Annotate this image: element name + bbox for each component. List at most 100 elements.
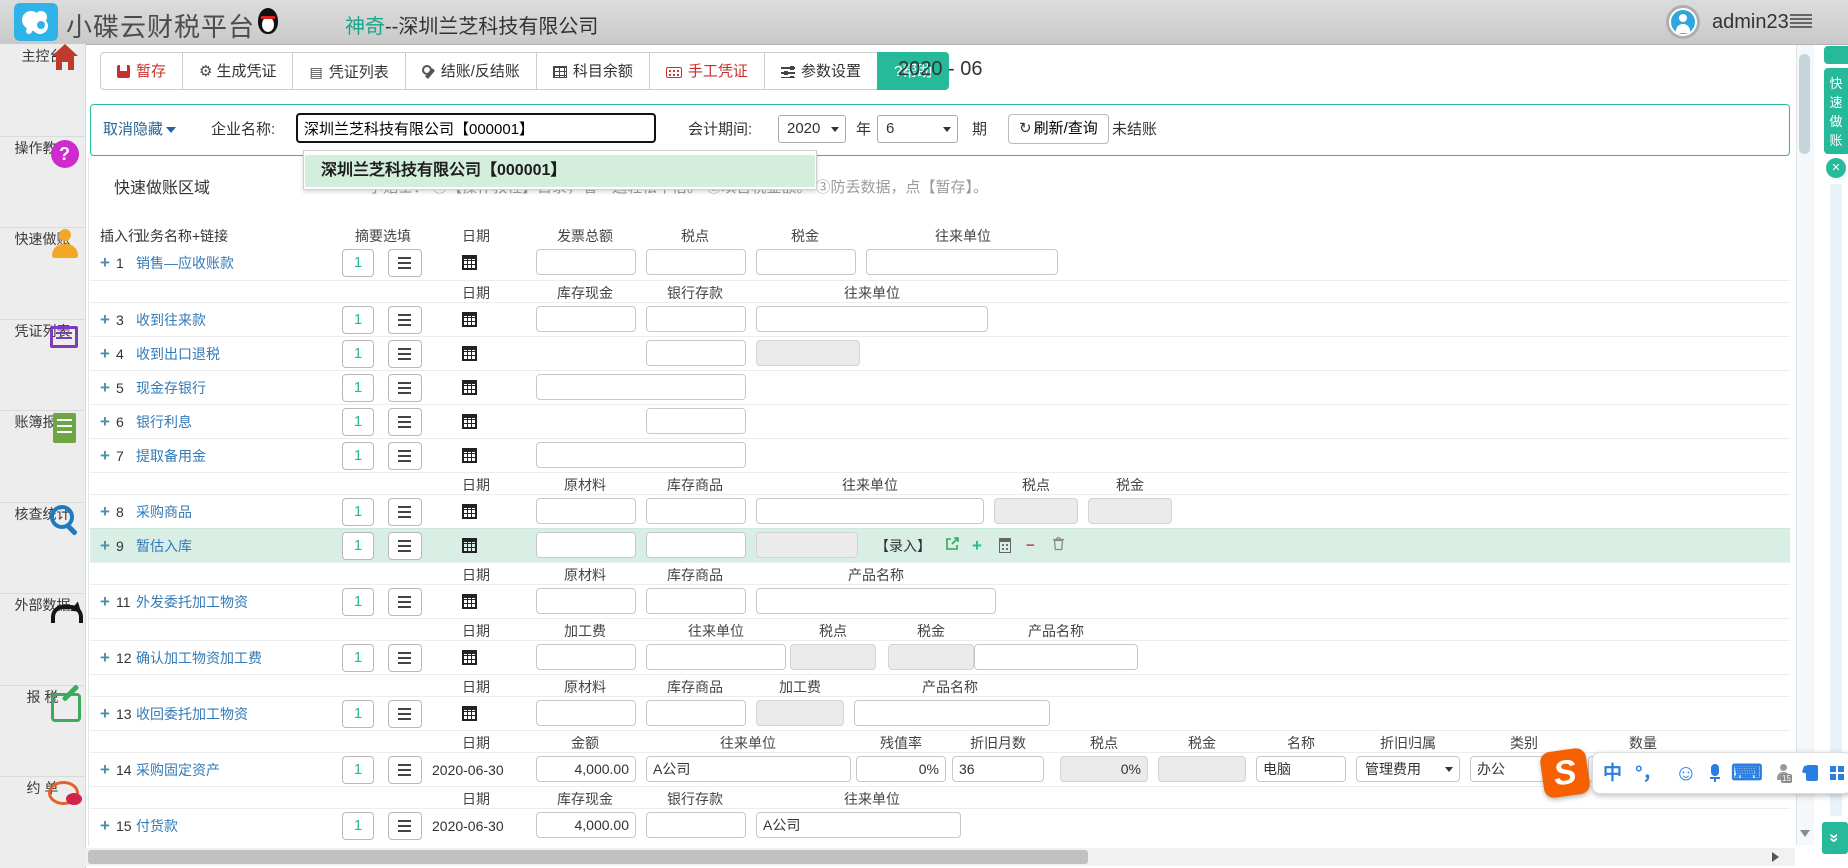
insert-row-icon[interactable]: + (100, 439, 110, 473)
close-icon[interactable]: ✕ (1826, 158, 1846, 178)
product-name-input[interactable] (974, 644, 1138, 670)
menu-icon[interactable] (1790, 14, 1812, 28)
calculator-icon[interactable] (999, 538, 1011, 553)
business-link[interactable]: 收到往来款 (136, 303, 206, 337)
bank-input[interactable] (646, 408, 746, 434)
count-box[interactable]: 1 (342, 340, 374, 368)
sidebar-item-quick-accounting[interactable]: 快速做账 (0, 227, 85, 320)
business-link[interactable]: 暂估入库 (136, 529, 192, 563)
asset-name-input[interactable] (1256, 756, 1346, 782)
business-link[interactable]: 付货款 (136, 809, 178, 843)
entry-link[interactable]: 【录入】 (875, 529, 931, 563)
date-value[interactable]: 2020-06-30 (432, 809, 522, 843)
raw-material-input[interactable] (536, 532, 636, 558)
count-box[interactable]: 1 (342, 306, 374, 334)
ime-emoji-icon[interactable]: ☺ (1675, 762, 1697, 784)
bank-input[interactable] (646, 340, 746, 366)
insert-row-icon[interactable]: + (100, 246, 110, 280)
cash-input[interactable] (536, 306, 636, 332)
product-name-input[interactable] (756, 588, 996, 614)
calendar-icon[interactable] (462, 414, 477, 429)
year-select[interactable]: 2020 (778, 115, 846, 143)
ime-microphone-icon[interactable] (1710, 764, 1718, 782)
count-box[interactable]: 1 (342, 249, 374, 277)
amount-input[interactable] (536, 442, 746, 468)
amount-input[interactable] (536, 374, 746, 400)
count-box[interactable]: 1 (342, 442, 374, 470)
export-icon[interactable] (945, 536, 960, 556)
summary-select-button[interactable] (388, 408, 422, 436)
business-link[interactable]: 收回委托加工物资 (136, 697, 248, 731)
month-select[interactable]: 6 (877, 115, 958, 143)
company-name-input[interactable] (296, 113, 656, 143)
calendar-icon[interactable] (462, 650, 477, 665)
insert-row-icon[interactable]: + (100, 529, 110, 563)
count-box[interactable]: 1 (342, 756, 374, 784)
residual-rate-input[interactable] (856, 756, 946, 782)
qq-penguin-icon[interactable] (258, 8, 278, 36)
tax-amount-input[interactable] (756, 249, 856, 275)
save-draft-button[interactable]: 暂存 (100, 52, 183, 90)
refresh-query-button[interactable]: ↻刷新/查询 (1008, 114, 1109, 144)
vertical-scrollbar[interactable] (1796, 45, 1814, 845)
count-box[interactable]: 1 (342, 812, 374, 840)
counterparty-input[interactable] (756, 306, 988, 332)
minus-icon[interactable]: − (1026, 529, 1035, 563)
ime-language-icon[interactable]: 中 (1603, 764, 1622, 783)
sidebar-item-audit-stats[interactable]: 核查统计 (0, 502, 85, 594)
sidebar-item-appointment[interactable]: 约 单 (0, 776, 85, 868)
user-avatar[interactable] (1666, 5, 1700, 39)
insert-row-icon[interactable]: + (100, 371, 110, 405)
insert-row-icon[interactable]: + (100, 495, 110, 529)
insert-row-icon[interactable]: + (100, 641, 110, 675)
depreciation-select[interactable]: 管理费用 (1356, 756, 1460, 782)
date-value[interactable]: 2020-06-30 (432, 753, 522, 787)
calendar-icon[interactable] (462, 504, 477, 519)
sogou-logo-icon[interactable]: S (1539, 747, 1591, 799)
calendar-icon[interactable] (462, 380, 477, 395)
insert-row-icon[interactable]: + (100, 337, 110, 371)
summary-select-button[interactable] (388, 532, 422, 560)
counterparty-input[interactable] (646, 644, 786, 670)
sidebar-item-external-data[interactable]: 外部数据 (0, 593, 85, 686)
voucher-list-button[interactable]: ▤凭证列表 (292, 52, 405, 90)
count-box[interactable]: 1 (342, 700, 374, 728)
cash-input[interactable] (536, 812, 636, 838)
inventory-input[interactable] (646, 700, 746, 726)
summary-select-button[interactable] (388, 756, 422, 784)
sidebar-item-voucher-list[interactable]: 凭证列表 (0, 319, 85, 411)
inventory-input[interactable] (646, 588, 746, 614)
raw-material-input[interactable] (536, 588, 636, 614)
calendar-icon[interactable] (462, 346, 477, 361)
product-name-input[interactable] (854, 700, 1050, 726)
count-box[interactable]: 1 (342, 408, 374, 436)
business-link[interactable]: 银行利息 (136, 405, 192, 439)
raw-material-input[interactable] (536, 498, 636, 524)
amount-input[interactable] (536, 756, 636, 782)
calendar-icon[interactable] (462, 312, 477, 327)
summary-select-button[interactable] (388, 700, 422, 728)
count-box[interactable]: 1 (342, 588, 374, 616)
business-link[interactable]: 提取备用金 (136, 439, 206, 473)
count-box[interactable]: 1 (342, 374, 374, 402)
horizontal-scrollbar-thumb[interactable] (88, 850, 1088, 864)
subject-balance-button[interactable]: 科目余额 (536, 52, 650, 90)
business-link[interactable]: 收到出口退税 (136, 337, 220, 371)
sidebar-item-tutorial[interactable]: ? 操作教程 (0, 136, 85, 228)
calendar-icon[interactable] (462, 538, 477, 553)
calendar-icon[interactable] (462, 706, 477, 721)
insert-row-icon[interactable]: + (100, 303, 110, 337)
manual-voucher-button[interactable]: 手工凭证 (649, 52, 765, 90)
ime-punctuation-icon[interactable]: °， (1635, 764, 1662, 783)
trash-icon[interactable] (1052, 536, 1065, 556)
scroll-right-arrow-icon[interactable] (1772, 852, 1779, 862)
summary-select-button[interactable] (388, 249, 422, 277)
parameter-settings-button[interactable]: 参数设置 (764, 52, 878, 90)
summary-select-button[interactable] (388, 588, 422, 616)
add-icon[interactable]: + (972, 529, 982, 563)
inventory-input[interactable] (646, 532, 746, 558)
quick-accounting-side-tab[interactable]: 快速做账 (1824, 68, 1848, 154)
sidebar-item-console[interactable]: 主控台 (0, 44, 85, 137)
collapse-down-button[interactable]: » (1822, 822, 1848, 854)
business-link[interactable]: 采购固定资产 (136, 753, 220, 787)
